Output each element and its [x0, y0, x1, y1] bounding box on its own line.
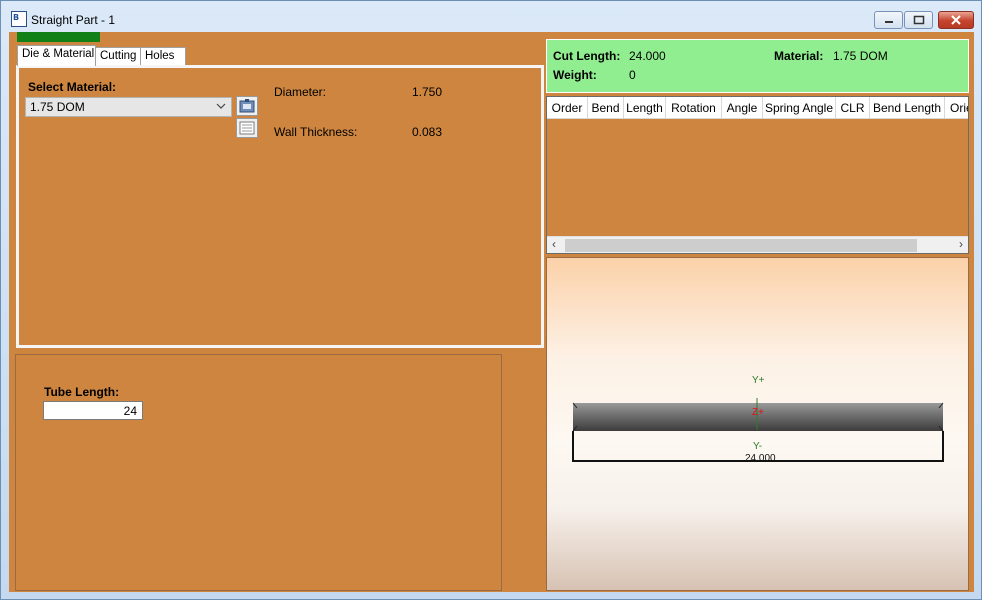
column-header[interactable]: Bend: [588, 97, 624, 119]
material-select[interactable]: 1.75 DOM: [25, 97, 232, 117]
maximize-button[interactable]: [904, 11, 933, 29]
column-header[interactable]: CLR: [836, 97, 870, 119]
y-minus-label: Y-: [753, 441, 763, 452]
material-library-button[interactable]: [236, 96, 258, 116]
window-title: Straight Part - 1: [31, 13, 116, 27]
chevron-down-icon: [216, 103, 226, 109]
title-bar[interactable]: B Straight Part - 1: [1, 1, 981, 32]
column-header[interactable]: Orie: [945, 97, 968, 119]
close-button[interactable]: [938, 11, 974, 29]
diameter-value: 1.750: [412, 85, 443, 99]
client-area: Die & Material Cutting Holes Select Mate…: [9, 32, 974, 592]
wall-thickness-label: Wall Thickness:: [274, 125, 358, 139]
close-icon: [951, 15, 961, 25]
length-dimension-label: 24.000: [745, 453, 776, 464]
column-header[interactable]: Order: [547, 97, 588, 119]
wall-thickness-value: 0.083: [412, 125, 443, 139]
column-header[interactable]: Length: [624, 97, 666, 119]
list-icon: [239, 121, 255, 135]
tab-die-material[interactable]: Die & Material: [17, 45, 96, 66]
tube-drawing: [572, 398, 944, 462]
restore-icon: [913, 15, 924, 25]
material-library-icon: [239, 99, 255, 113]
app-window: B Straight Part - 1 Die & Material Cutti…: [0, 0, 982, 600]
bend-table[interactable]: Order Bend Length Rotation Angle Spring …: [546, 96, 969, 254]
progress-indicator: [17, 32, 100, 42]
app-logo-icon: B: [11, 11, 27, 27]
y-plus-label: Y+: [752, 375, 765, 386]
scroll-left-icon[interactable]: ‹: [552, 237, 556, 251]
die-material-page: Select Material: 1.75 DOM Diameter: 1.75…: [16, 65, 544, 348]
z-plus-label: Z+: [752, 407, 764, 418]
column-header[interactable]: Bend Length: [870, 97, 945, 119]
material-select-value: 1.75 DOM: [30, 100, 85, 114]
column-header[interactable]: Rotation: [666, 97, 722, 119]
tube-length-label: Tube Length:: [44, 385, 120, 399]
part-info-panel: Cut Length: 24.000 Material: 1.75 DOM We…: [546, 39, 969, 93]
tab-holes[interactable]: Holes: [140, 47, 186, 65]
cut-length-value: 24.000: [629, 49, 666, 63]
material-list-button[interactable]: [236, 118, 258, 138]
tab-cutting[interactable]: Cutting: [95, 47, 141, 65]
select-material-label: Select Material:: [28, 80, 117, 94]
cut-length-label: Cut Length:: [553, 49, 621, 63]
tube-length-input[interactable]: 24: [43, 401, 143, 420]
minimize-button[interactable]: [874, 11, 903, 29]
horizontal-scrollbar[interactable]: ‹ ›: [547, 236, 968, 253]
minimize-icon: [884, 21, 893, 23]
diameter-label: Diameter:: [274, 85, 327, 99]
part-3d-viewport[interactable]: Y+ Z+ Y- 24.000: [546, 257, 969, 591]
column-header[interactable]: Spring Angle: [763, 97, 836, 119]
info-material-value: 1.75 DOM: [833, 49, 888, 63]
weight-label: Weight:: [553, 68, 597, 82]
weight-value: 0: [629, 68, 636, 82]
scroll-thumb[interactable]: [565, 239, 917, 252]
bend-table-header: Order Bend Length Rotation Angle Spring …: [547, 97, 968, 119]
tube-length-panel: Tube Length: 24: [15, 354, 502, 591]
info-material-label: Material:: [774, 49, 824, 63]
column-header[interactable]: Angle: [722, 97, 763, 119]
scroll-right-icon[interactable]: ›: [959, 237, 963, 251]
